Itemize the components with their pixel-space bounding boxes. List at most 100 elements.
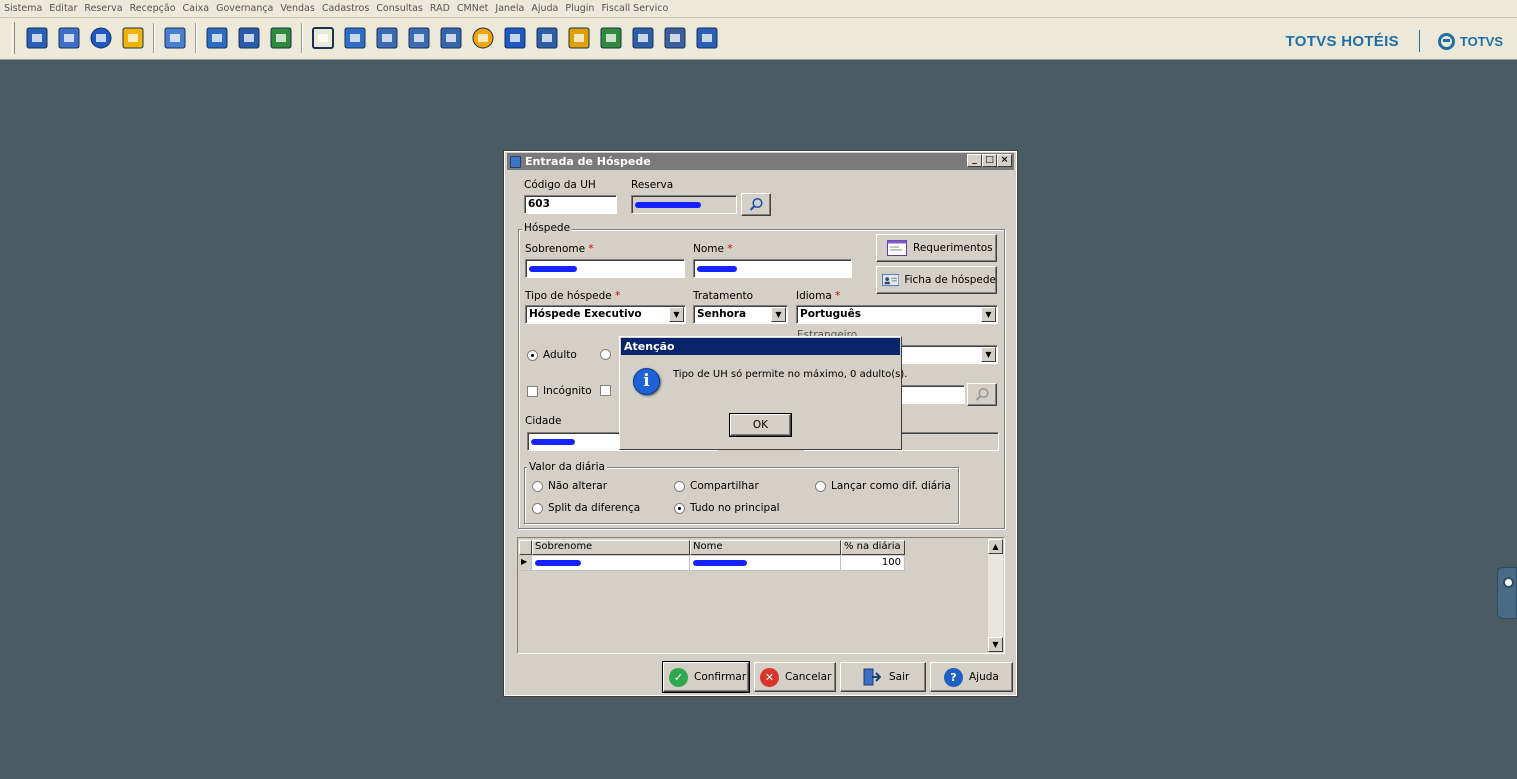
tudo-principal-radio[interactable]: Tudo no principal — [674, 502, 780, 514]
close-button[interactable]: × — [997, 154, 1012, 167]
menu-item-fiscall-servico[interactable]: Fiscall Servico — [601, 3, 668, 14]
tipo-hospede-label-text: Tipo de hóspede — [525, 290, 612, 302]
menu-item-cmnet[interactable]: CMNet — [457, 3, 489, 14]
tipo-hospede-dropdown-icon[interactable]: ▼ — [669, 307, 684, 322]
sobrenome-field[interactable] — [525, 259, 685, 278]
toolbar-button-lightning[interactable] — [117, 22, 148, 54]
confirmar-button[interactable]: ✓ Confirmar — [662, 661, 750, 693]
ajuda-button[interactable]: ? Ajuda — [930, 662, 1013, 692]
idioma-dropdown-icon[interactable]: ▼ — [981, 307, 996, 322]
toolbar-button-mail[interactable] — [201, 22, 232, 54]
incognito-checkbox-box — [527, 385, 538, 397]
tipo-hospede-select[interactable]: Hóspede Executivo ▼ — [525, 305, 686, 324]
menu-item-cadastros[interactable]: Cadastros — [322, 3, 369, 14]
lancar-dif-label: Lançar como dif. diária — [831, 480, 951, 492]
brand-totvs-text: TOTVS — [1459, 33, 1503, 49]
menu-item-janela[interactable]: Janela — [495, 3, 524, 14]
adulto-radio[interactable]: Adulto — [527, 349, 577, 361]
guests-grid[interactable]: Sobrenome Nome % na diária ▶ 100 ▲ ▼ — [517, 537, 1005, 654]
side-panel-tab[interactable] — [1497, 567, 1517, 619]
toolbar-button-email-at[interactable] — [691, 22, 722, 54]
menu-item-recep-o[interactable]: Recepção — [130, 3, 176, 14]
ficha-hospede-button[interactable]: Ficha de hóspede — [876, 266, 997, 294]
toolbar-button-network[interactable] — [159, 22, 190, 54]
menu-item-reserva[interactable]: Reserva — [84, 3, 122, 14]
menu-item-editar[interactable]: Editar — [49, 3, 77, 14]
second-checkbox[interactable] — [600, 385, 616, 396]
scroll-up-icon[interactable]: ▲ — [988, 539, 1003, 554]
grid-scrollbar[interactable]: ▲ ▼ — [988, 539, 1003, 652]
help-icon: ? — [944, 667, 963, 687]
toolbar-buttons — [12, 22, 723, 54]
nome-field[interactable] — [693, 259, 852, 278]
dialog-title[interactable]: Atenção — [621, 338, 900, 355]
nao-alterar-radio-circle — [532, 480, 543, 492]
toolbar-button-help[interactable] — [85, 22, 116, 54]
minimize-button[interactable]: _ — [967, 154, 982, 167]
grid-header-pct[interactable]: % na diária — [841, 540, 905, 555]
menu-item-caixa[interactable]: Caixa — [183, 3, 210, 14]
reserva-search-button[interactable] — [741, 193, 771, 216]
menu-item-plugin[interactable]: Plugin — [565, 3, 594, 14]
sobrenome-label-text: Sobrenome — [525, 243, 586, 255]
toolbar-button-screen-user[interactable] — [435, 22, 466, 54]
confirmar-label: Confirmar — [694, 671, 747, 683]
menu-item-governan-a[interactable]: Governança — [216, 3, 273, 14]
tratamento-select[interactable]: Senhora ▼ — [693, 305, 788, 324]
grid-header-nome[interactable]: Nome — [690, 540, 841, 555]
grid-cell-pct[interactable]: 100 — [841, 556, 905, 571]
toolbar-button-footprints[interactable] — [499, 22, 530, 54]
grid-cell-sobrenome[interactable] — [532, 556, 690, 571]
pais-dropdown-icon[interactable]: ▼ — [981, 347, 996, 362]
maximize-button[interactable]: □ — [982, 154, 997, 167]
tratamento-dropdown-icon[interactable]: ▼ — [771, 307, 786, 322]
toolbar-button-add-guest[interactable] — [531, 22, 562, 54]
menu-item-rad[interactable]: RAD — [430, 3, 450, 14]
toolbar-button-bell[interactable] — [467, 22, 498, 54]
toolbar-button-search[interactable] — [307, 22, 338, 54]
toolbar-button-card[interactable] — [371, 22, 402, 54]
menu-item-vendas[interactable]: Vendas — [280, 3, 314, 14]
toolbar-button-report[interactable] — [595, 22, 626, 54]
toolbar-button-cash-register[interactable] — [627, 22, 658, 54]
incognito-checkbox[interactable]: Incógnito — [527, 385, 592, 397]
sair-button[interactable]: Sair — [840, 662, 926, 692]
scroll-down-icon[interactable]: ▼ — [988, 637, 1003, 652]
split-radio[interactable]: Split da diferença — [532, 502, 640, 514]
mail-icon — [206, 27, 227, 49]
documento-field[interactable] — [900, 385, 965, 404]
toolbar-button-user-key[interactable] — [53, 22, 84, 54]
toolbar-button-housekeeper[interactable] — [659, 22, 690, 54]
second-checkbox-box — [600, 385, 611, 396]
grid-cell-nome[interactable] — [690, 556, 841, 571]
lancar-dif-radio[interactable]: Lançar como dif. diária — [815, 480, 951, 492]
requerimentos-button[interactable]: Requerimentos — [876, 234, 997, 262]
cash-register-icon — [632, 27, 653, 49]
toolbar-button-send-mail[interactable] — [265, 22, 296, 54]
toolbar-button-calendar[interactable] — [339, 22, 370, 54]
documento-search-button[interactable] — [967, 383, 997, 406]
menu-item-consultas[interactable]: Consultas — [376, 3, 423, 14]
cancelar-button[interactable]: ✕ Cancelar — [754, 662, 836, 692]
idioma-select[interactable]: Português ▼ — [796, 305, 998, 324]
menu-item-sistema[interactable]: Sistema — [4, 3, 42, 14]
window-title-bar[interactable]: Entrada de Hóspede — [507, 153, 1014, 170]
brand-totvs-logo: TOTVS — [1437, 32, 1503, 50]
toolbar-button-edit-grid[interactable] — [233, 22, 264, 54]
toolbar-button-card2[interactable] — [403, 22, 434, 54]
menu-item-ajuda[interactable]: Ajuda — [531, 3, 558, 14]
send-mail-icon — [270, 27, 291, 49]
codigo-uh-field[interactable]: 603 — [524, 195, 617, 214]
toolbar-button-guests[interactable] — [563, 22, 594, 54]
check-icon: ✓ — [669, 667, 688, 687]
tipo-hospede-label: Tipo de hóspede * — [525, 290, 620, 302]
grid-header-sobrenome[interactable]: Sobrenome — [532, 540, 690, 555]
sobrenome-value-redacted — [529, 266, 577, 272]
crianca-radio[interactable] — [600, 349, 616, 360]
toolbar-button-exit[interactable] — [21, 22, 52, 54]
nao-alterar-radio[interactable]: Não alterar — [532, 480, 607, 492]
ok-button[interactable]: OK — [729, 413, 792, 437]
reserva-label: Reserva — [631, 179, 674, 191]
compartilhar-radio[interactable]: Compartilhar — [674, 480, 759, 492]
toolbar-separator — [301, 23, 303, 53]
